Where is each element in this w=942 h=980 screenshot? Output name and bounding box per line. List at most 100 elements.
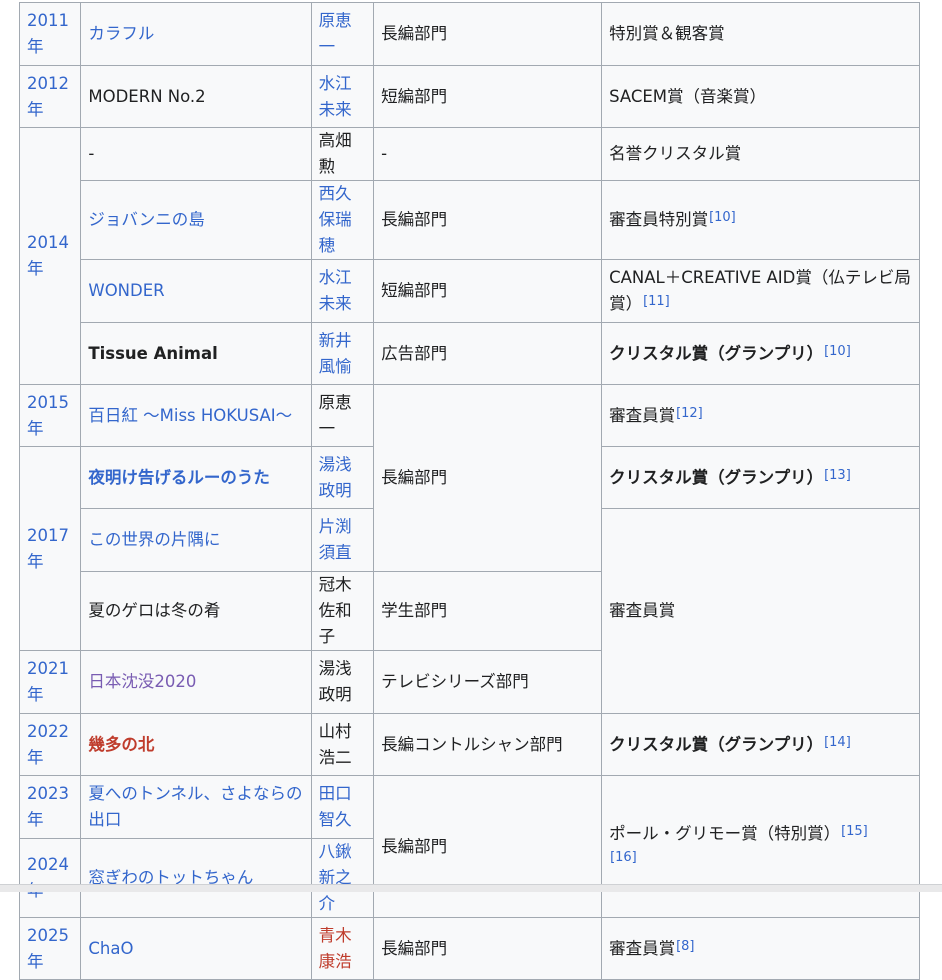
title-link[interactable]: 日本沈没2020 bbox=[88, 672, 196, 691]
table-row: Tissue Animal 新井風愉 広告部門 クリスタル賞（グランプリ）[10… bbox=[20, 322, 920, 385]
reference-link[interactable]: [13] bbox=[824, 468, 851, 483]
title-cell: 窓ぎわのトットちゃん bbox=[80, 838, 312, 918]
award-cell: 審査員特別賞[10] bbox=[601, 180, 920, 260]
person-cell: 湯浅政明 bbox=[310, 650, 375, 714]
title-cell: この世界の片隅に bbox=[80, 508, 312, 572]
title-link[interactable]: ChaO bbox=[88, 939, 133, 958]
year-cell: 2022年 bbox=[18, 713, 82, 776]
table-row: 2015年 百日紅 〜Miss HOKUSAI〜 原恵一 長編部門 審査員賞[1… bbox=[18, 384, 920, 572]
title-cell: ChaO bbox=[80, 917, 312, 980]
year-cell: 2012年 bbox=[18, 65, 82, 128]
person-link[interactable]: 片渕須直 bbox=[319, 517, 352, 562]
person-link[interactable]: 新井風愉 bbox=[319, 331, 352, 376]
category-cell: 長編部門 bbox=[373, 180, 603, 260]
year-link[interactable]: 2021年 bbox=[27, 659, 69, 704]
reference-link[interactable]: [10] bbox=[709, 210, 736, 225]
award-cell: ポール・グリモー賞（特別賞）[15] [16] bbox=[601, 775, 920, 918]
title-cell: 日本沈没2020 bbox=[80, 650, 312, 714]
year-link[interactable]: 2017年 bbox=[27, 526, 69, 571]
title-cell: - bbox=[80, 127, 312, 181]
awards-table: 2011年 カラフル 原恵一 長編部門 特別賞＆観客賞 2012年 MODERN… bbox=[18, 2, 920, 980]
person-link[interactable]: 水江未来 bbox=[319, 268, 352, 313]
title-link[interactable]: 夏へのトンネル、さよならの出口 bbox=[88, 784, 302, 829]
year-cell: 2015年 bbox=[18, 384, 82, 447]
category-cell: テレビシリーズ部門 bbox=[373, 650, 603, 714]
title-link[interactable]: WONDER bbox=[88, 281, 164, 300]
table-row: 2022年 幾多の北 山村浩二 長編コントルシャン部門 クリスタル賞（グランプリ… bbox=[18, 713, 920, 776]
table-row: 2025年 ChaO 青木康浩 長編部門 審査員賞[8] bbox=[18, 917, 920, 980]
person-link[interactable]: 青木康浩 bbox=[319, 926, 352, 971]
award-cell: 名誉クリスタル賞 bbox=[601, 127, 920, 181]
reference-link[interactable]: [15] bbox=[841, 824, 868, 839]
reference-link[interactable]: [10] bbox=[824, 344, 851, 359]
title-link[interactable]: 幾多の北 bbox=[88, 735, 154, 754]
title-cell: 幾多の北 bbox=[80, 713, 312, 776]
category-cell: 長編部門 bbox=[373, 917, 603, 980]
person-link[interactable]: 原恵一 bbox=[319, 11, 352, 56]
category-cell: 広告部門 bbox=[373, 322, 603, 385]
person-cell: 湯浅政明 bbox=[310, 446, 375, 509]
category-cell: 短編部門 bbox=[373, 259, 603, 323]
person-cell: 青木康浩 bbox=[310, 917, 375, 980]
award-cell: クリスタル賞（グランプリ）[14] bbox=[601, 713, 920, 776]
title-link[interactable]: ジョバンニの島 bbox=[88, 210, 204, 229]
year-link[interactable]: 2012年 bbox=[27, 74, 69, 119]
person-cell: 山村浩二 bbox=[310, 713, 375, 776]
year-link[interactable]: 2015年 bbox=[27, 393, 69, 438]
title-cell: 百日紅 〜Miss HOKUSAI〜 bbox=[80, 384, 312, 447]
title-link[interactable]: 夜明け告げるルーのうた bbox=[88, 468, 270, 487]
year-cell: 2021年 bbox=[18, 650, 82, 714]
award-cell: 特別賞＆観客賞 bbox=[601, 2, 920, 66]
person-cell: 田口智久 bbox=[310, 775, 375, 839]
category-cell: 長編部門 bbox=[373, 2, 603, 66]
horizontal-scrollbar[interactable] bbox=[0, 884, 942, 892]
person-link[interactable]: 西久保瑞穂 bbox=[319, 184, 352, 255]
reference-link[interactable]: [12] bbox=[676, 406, 703, 421]
award-cell: 審査員賞[8] bbox=[601, 917, 920, 980]
person-cell: 西久保瑞穂 bbox=[310, 180, 375, 260]
year-link[interactable]: 2024年 bbox=[27, 855, 69, 900]
category-cell: 学生部門 bbox=[373, 571, 603, 651]
person-link[interactable]: 八鍬新之介 bbox=[319, 842, 352, 913]
title-cell: 夜明け告げるルーのうた bbox=[80, 446, 312, 509]
person-cell: 八鍬新之介 bbox=[310, 838, 375, 918]
year-link[interactable]: 2025年 bbox=[27, 926, 69, 971]
year-link[interactable]: 2023年 bbox=[27, 784, 69, 829]
year-link[interactable]: 2011年 bbox=[27, 11, 69, 56]
title-link[interactable]: この世界の片隅に bbox=[88, 530, 220, 549]
title-cell: 夏のゲロは冬の肴 bbox=[80, 571, 312, 651]
person-cell: 高畑勲 bbox=[310, 127, 375, 181]
table-row: 2011年 カラフル 原恵一 長編部門 特別賞＆観客賞 bbox=[18, 2, 920, 66]
reference-link[interactable]: [11] bbox=[643, 294, 670, 309]
person-link[interactable]: 水江未来 bbox=[319, 74, 352, 119]
person-cell: 冠木佐和子 bbox=[310, 571, 375, 651]
reference-link[interactable]: [8] bbox=[676, 939, 694, 954]
title-cell: WONDER bbox=[80, 259, 312, 323]
person-link[interactable]: 湯浅政明 bbox=[319, 455, 352, 500]
table-row: ジョバンニの島 西久保瑞穂 長編部門 審査員特別賞[10] bbox=[20, 180, 920, 260]
reference-link[interactable]: [16] bbox=[610, 850, 637, 865]
award-text: クリスタル賞（グランプリ） bbox=[609, 734, 824, 754]
category-cell: 長編部門 bbox=[373, 775, 603, 918]
award-text: 審査員賞 bbox=[609, 938, 676, 958]
table-row: 2023年 夏へのトンネル、さよならの出口 田口智久 長編部門 ポール・グリモー… bbox=[18, 775, 920, 918]
year-link[interactable]: 2014年 bbox=[27, 233, 69, 278]
year-cell: 2017年 bbox=[18, 446, 82, 651]
year-cell: 2023年 bbox=[18, 775, 82, 839]
title-link[interactable]: カラフル bbox=[88, 24, 154, 43]
year-cell: 2024年 bbox=[18, 838, 82, 918]
person-cell: 新井風愉 bbox=[310, 322, 375, 385]
award-cell: 審査員賞 bbox=[601, 508, 920, 714]
person-link[interactable]: 田口智久 bbox=[319, 784, 352, 829]
category-cell: 長編部門 bbox=[373, 384, 603, 572]
title-cell: 夏へのトンネル、さよならの出口 bbox=[80, 775, 312, 839]
title-link[interactable]: 百日紅 〜Miss HOKUSAI〜 bbox=[88, 406, 292, 425]
person-cell: 水江未来 bbox=[310, 259, 375, 323]
reference-link[interactable]: [14] bbox=[824, 735, 851, 750]
award-text: クリスタル賞（グランプリ） bbox=[609, 467, 824, 487]
year-cell: 2011年 bbox=[18, 2, 82, 66]
year-link[interactable]: 2022年 bbox=[27, 722, 69, 767]
title-cell: ジョバンニの島 bbox=[80, 180, 312, 260]
award-text: クリスタル賞（グランプリ） bbox=[609, 343, 824, 363]
award-cell: CANAL＋CREATIVE AID賞（仏テレビ局賞）[11] bbox=[601, 259, 920, 323]
